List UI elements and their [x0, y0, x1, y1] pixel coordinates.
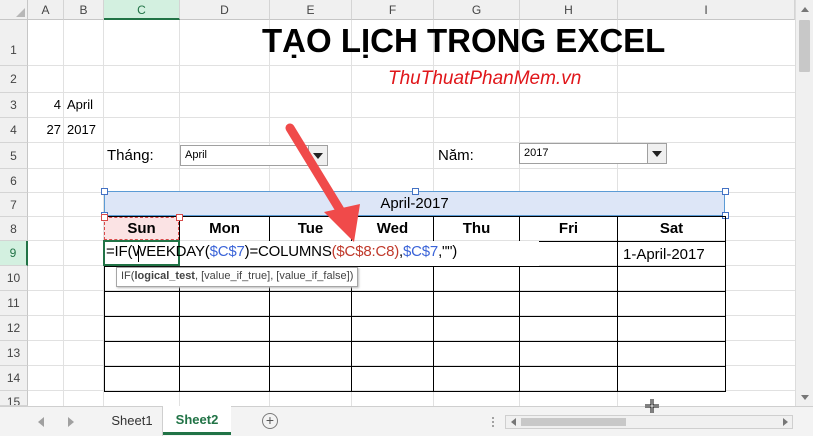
cell-a4[interactable]: 27 — [28, 122, 61, 137]
calendar-border — [104, 391, 726, 392]
gridline — [63, 20, 64, 406]
function-tooltip[interactable]: IF(logical_test, [value_if_true], [value… — [116, 267, 359, 287]
vertical-scroll-thumb[interactable] — [799, 20, 810, 72]
resize-handle[interactable] — [412, 188, 419, 195]
year-label: Năm: — [438, 147, 474, 164]
row-header-10[interactable]: 10 — [0, 266, 28, 291]
calendar-border — [104, 341, 726, 342]
row-header-5[interactable]: 5 — [0, 143, 28, 169]
formula-weekday: WEEKDAY( — [132, 243, 210, 260]
year-dropdown[interactable]: 2017 — [519, 143, 667, 164]
formula-ref-c7: $C$7 — [209, 243, 245, 260]
column-header-a[interactable]: A — [28, 0, 64, 20]
row-header-11[interactable]: 11 — [0, 291, 28, 316]
add-sheet-button[interactable]: + — [262, 413, 278, 429]
gridline — [28, 65, 795, 66]
column-header-b[interactable]: B — [64, 0, 104, 20]
row-header-14[interactable]: 14 — [0, 366, 28, 391]
cell-b3[interactable]: April — [67, 97, 93, 112]
text-cursor — [138, 245, 139, 262]
gridline — [28, 168, 795, 169]
formula-tail: ,"") — [438, 243, 458, 260]
gridline — [28, 142, 795, 143]
row-header-2[interactable]: 2 — [0, 66, 28, 93]
resize-handle[interactable] — [101, 188, 108, 195]
tooltip-function: IF( — [121, 270, 135, 282]
day-header-fri[interactable]: Fri — [520, 217, 617, 241]
cell-b4[interactable]: 2017 — [67, 122, 96, 137]
arrow-annotation-icon — [285, 123, 360, 242]
month-label: Tháng: — [107, 147, 154, 164]
gridline — [28, 92, 795, 93]
tooltip-current-arg: logical_test — [134, 270, 195, 282]
move-cursor-icon — [645, 399, 659, 413]
month-dropdown-value: April — [185, 149, 208, 161]
vertical-scrollbar[interactable] — [795, 0, 813, 406]
column-header-d[interactable]: D — [180, 0, 270, 20]
row-header-7[interactable]: 7 — [0, 193, 28, 217]
tab-split-handle-icon[interactable] — [490, 416, 496, 428]
tab-sheet2[interactable]: Sheet2 — [163, 406, 231, 435]
chevron-down-icon[interactable] — [647, 144, 666, 163]
row-header-13[interactable]: 13 — [0, 341, 28, 366]
column-header-e[interactable]: E — [270, 0, 352, 20]
scroll-down-icon[interactable] — [800, 394, 810, 402]
select-all-corner[interactable] — [0, 0, 28, 20]
scroll-up-icon[interactable] — [800, 5, 810, 13]
day-header-sat[interactable]: Sat — [618, 217, 725, 241]
cell-a3[interactable]: 4 — [28, 97, 61, 112]
tab-scroll-right-icon[interactable] — [66, 416, 76, 428]
row-header-12[interactable]: 12 — [0, 316, 28, 341]
row-header-6[interactable]: 6 — [0, 169, 28, 193]
calendar-border — [104, 316, 726, 317]
row-header-15[interactable]: 15 — [0, 391, 28, 406]
day-header-thu[interactable]: Thu — [434, 217, 519, 241]
calendar-border — [104, 366, 726, 367]
column-header-c[interactable]: C — [104, 0, 180, 20]
row-header-9[interactable]: 9 — [0, 241, 28, 266]
watermark-text: ThuThuatPhanMem.vn — [388, 68, 582, 89]
horizontal-scroll-thumb[interactable] — [521, 418, 626, 426]
resize-handle[interactable] — [722, 188, 729, 195]
scroll-left-icon[interactable] — [509, 418, 517, 426]
column-header-g[interactable]: G — [434, 0, 520, 20]
tab-scroll-left-icon[interactable] — [36, 416, 46, 428]
tooltip-rest: , [value_if_true], [value_if_false]) — [194, 270, 354, 282]
row-header-3[interactable]: 3 — [0, 93, 28, 118]
year-dropdown-value: 2017 — [524, 147, 549, 159]
row-header-8[interactable]: 8 — [0, 217, 28, 241]
cell-i9[interactable]: 1-April-2017 — [623, 246, 705, 263]
row-header-1[interactable]: 1 — [0, 20, 28, 66]
formula-ref-c7-second: $C$7 — [403, 243, 439, 260]
scroll-right-icon[interactable] — [782, 418, 790, 426]
day-header-mon[interactable]: Mon — [180, 217, 269, 241]
sheet-title: TẠO LỊCH TRONG EXCEL — [262, 22, 666, 59]
horizontal-scrollbar[interactable] — [505, 415, 793, 429]
row-header-4[interactable]: 4 — [0, 118, 28, 143]
calendar-border — [725, 216, 726, 391]
calendar-border — [617, 216, 618, 391]
column-header-f[interactable]: F — [352, 0, 434, 20]
column-header-h[interactable]: H — [520, 0, 618, 20]
column-header-i[interactable]: I — [618, 0, 795, 20]
formula-if: =IF( — [106, 243, 133, 260]
day-header-sun[interactable]: Sun — [104, 217, 179, 241]
calendar-border — [104, 291, 726, 292]
tab-sheet1[interactable]: Sheet1 — [102, 407, 163, 436]
gridline — [28, 117, 795, 118]
